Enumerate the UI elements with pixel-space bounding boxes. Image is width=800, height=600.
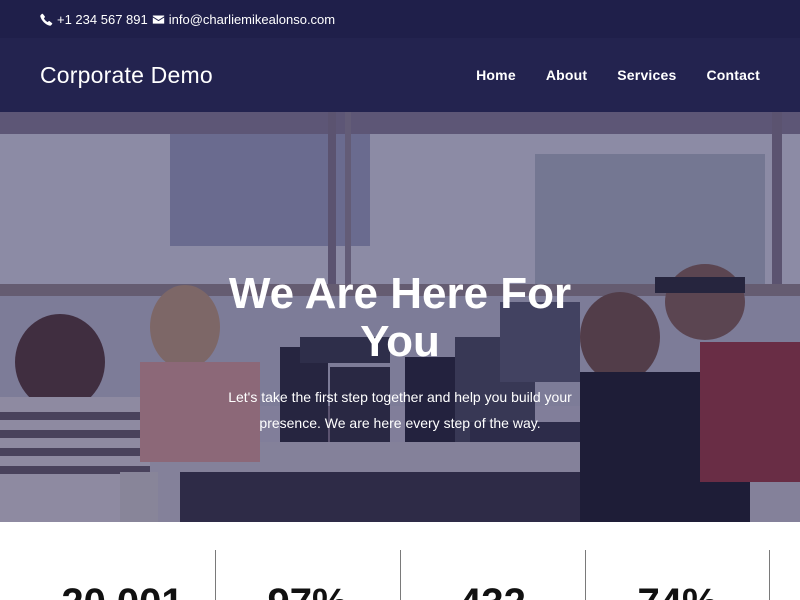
nav-link-home[interactable]: Home [476, 67, 516, 83]
stat-value: 97% [215, 550, 400, 600]
stat-value: 74% [585, 550, 770, 600]
main-nav: Home About Services Contact [476, 67, 760, 83]
hero-subtitle: Let's take the first step together and h… [228, 389, 572, 431]
envelope-icon [152, 13, 165, 26]
nav-link-about[interactable]: About [546, 67, 587, 83]
email-contact[interactable]: info@charliemikealonso.com [152, 12, 335, 27]
stats-section: 20,001 97% 432 74% [0, 522, 800, 600]
phone-icon [40, 13, 53, 26]
hero-section: We Are Here For You Let's take the first… [0, 112, 800, 522]
stat-card: 97% [215, 550, 400, 600]
stat-divider [769, 550, 770, 600]
stat-value: 20,001 [30, 550, 215, 600]
stat-value: 432 [400, 550, 585, 600]
hero-content: We Are Here For You Let's take the first… [0, 112, 800, 522]
email-address: info@charliemikealonso.com [168, 11, 336, 27]
nav-link-contact[interactable]: Contact [706, 67, 760, 83]
main-navbar: Corporate Demo Home About Services Conta… [0, 38, 800, 112]
phone-number: +1 234 567 891 [57, 11, 148, 27]
top-contact-bar: +1 234 567 891 info@charliemikealonso.co… [0, 0, 800, 38]
site-brand[interactable]: Corporate Demo [40, 62, 213, 89]
phone-contact[interactable]: +1 234 567 891 [40, 12, 148, 27]
stat-card: 20,001 [30, 550, 215, 600]
nav-link-services[interactable]: Services [617, 67, 676, 83]
hero-title: We Are Here For You [228, 269, 572, 366]
stat-card: 432 [400, 550, 585, 600]
stat-card: 74% [585, 550, 770, 600]
